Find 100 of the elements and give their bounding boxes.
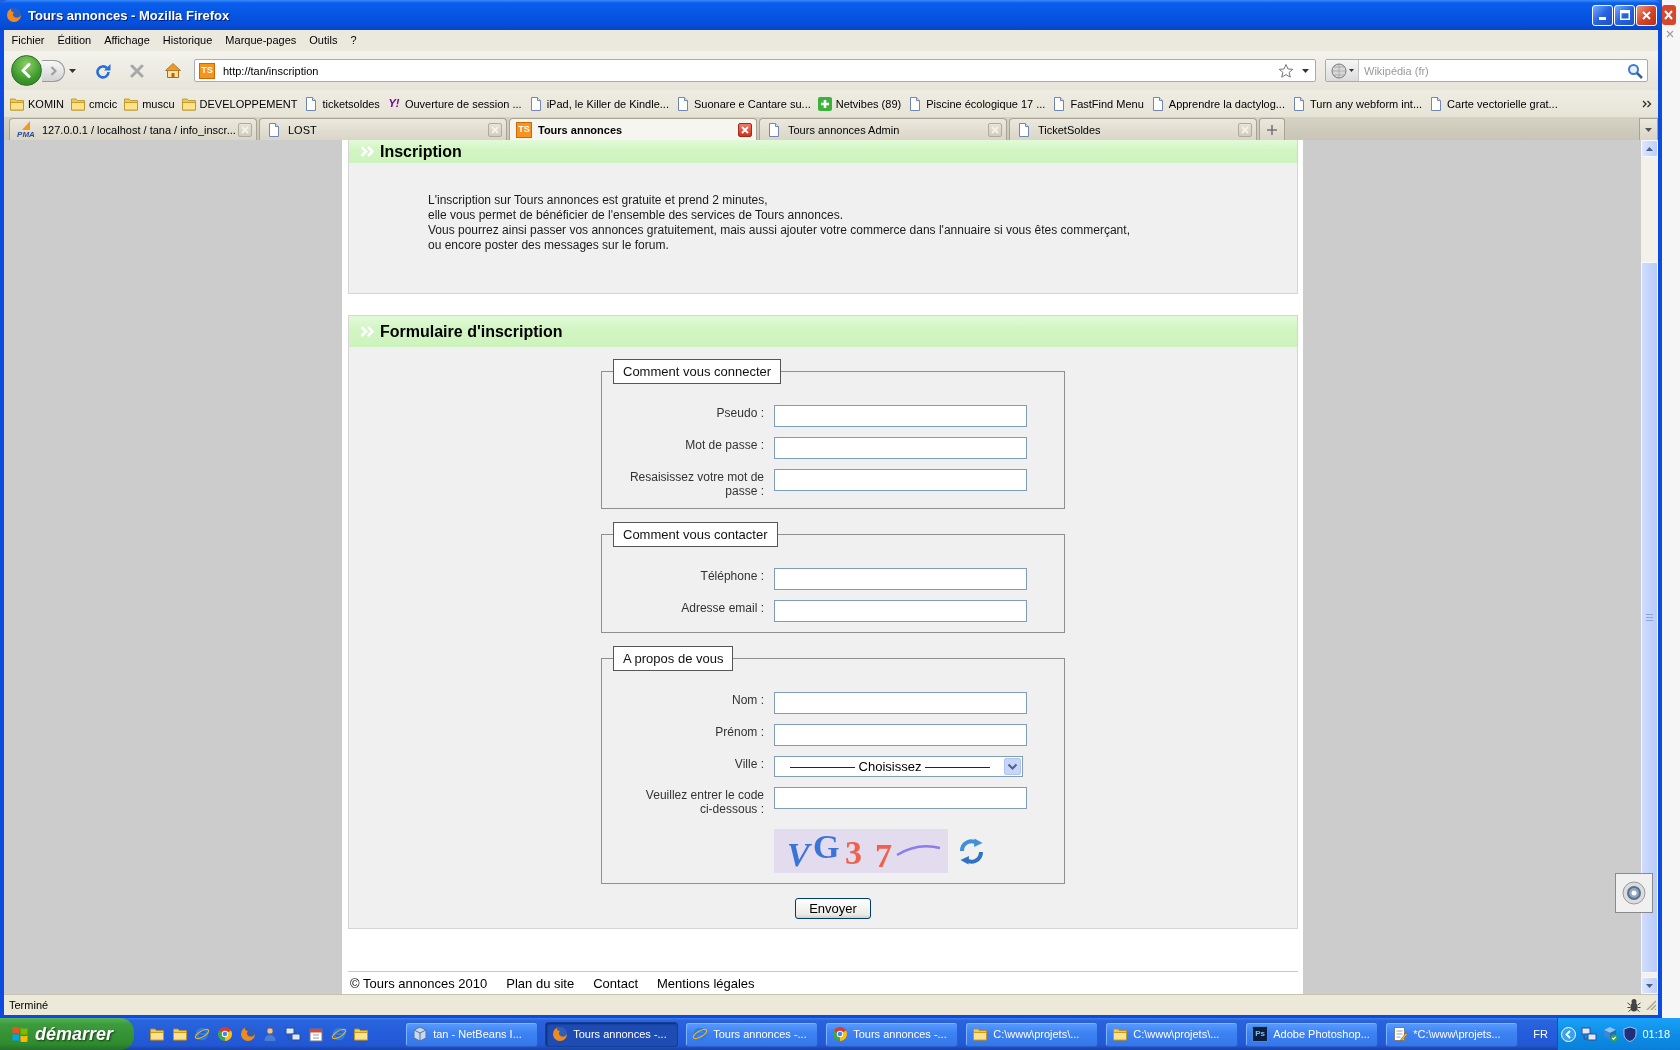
footer-link[interactable]: Plan du site [506, 975, 575, 991]
globe-swirl-icon[interactable] [239, 1026, 256, 1042]
scroll-up-button[interactable] [1641, 140, 1658, 157]
field-label: Ville : [733, 756, 764, 771]
bookmark-link[interactable]: Carte vectorielle grat... [1427, 95, 1563, 112]
bookmark-link[interactable]: DEVELOPPEMENT [179, 95, 303, 112]
folder-icon[interactable] [171, 1026, 188, 1042]
browser-tab[interactable]: LOST [259, 118, 507, 140]
search-icon[interactable] [1627, 62, 1643, 79]
bug-icon[interactable] [1627, 998, 1641, 1012]
bookmark-link[interactable]: Turn any webform int... [1290, 95, 1428, 112]
scrollbar-thumb[interactable] [1641, 262, 1658, 973]
text-input[interactable] [774, 692, 1027, 714]
plus-tile-icon [816, 95, 833, 112]
vertical-scrollbar[interactable] [1641, 140, 1658, 994]
double-chevron-icon[interactable] [1642, 99, 1652, 108]
taskbar-button[interactable]: tan - NetBeans I... [405, 1021, 539, 1047]
browser-tab[interactable]: Tours annonces Admin [759, 118, 1007, 140]
scroll-down-button[interactable] [1641, 977, 1658, 994]
star-icon[interactable] [1278, 62, 1294, 79]
intro-paragraph: L'inscription sur Tours annonces est gratuite et prend 2 minutes, elle vous permet de bénéficier de l'ensemble des services de Tours annonces. Vous pourrez ainsi passer vos annonces gratuitement, mais aussi ajouter votre commerce dans l'annuaire si vous êtes commerçant, ou encore poster des messages sur le forum. [428, 193, 1131, 253]
back-button[interactable] [11, 55, 42, 86]
caret-down-icon[interactable] [69, 68, 76, 73]
maximize-button[interactable] [1614, 4, 1635, 26]
network-icon[interactable] [1581, 1026, 1597, 1042]
bookmark-link[interactable]: ticketsoldes [302, 95, 385, 112]
submit-button[interactable]: Envoyer [795, 898, 871, 919]
window-title: Tours annonces - Mozilla Firefox [28, 7, 230, 23]
copyright-text: © Tours annonces 2010 [350, 975, 488, 991]
network-icon[interactable] [285, 1026, 302, 1042]
folder-icon[interactable] [149, 1026, 165, 1042]
menu-item[interactable]: Édition [51, 30, 98, 51]
text-input[interactable] [774, 787, 1027, 809]
folder-icon[interactable] [353, 1026, 370, 1042]
taskbar-button[interactable]: Ps Adobe Photoshop... [1245, 1021, 1379, 1047]
site-logo: TS [516, 121, 532, 138]
search-engine-button[interactable] [1326, 60, 1359, 81]
text-input[interactable] [774, 600, 1027, 622]
home-icon[interactable] [165, 63, 181, 78]
globe-swirl-icon [6, 7, 22, 23]
box-check-icon[interactable] [1602, 1026, 1618, 1042]
taskbar-button[interactable]: Tours annonces -... [545, 1021, 679, 1047]
bookmark-link[interactable]: Suonare e Cantare su... [673, 95, 816, 112]
footer-link[interactable]: Mentions légales [657, 975, 755, 991]
browser-tab[interactable]: TS Tours annonces [509, 118, 757, 140]
page-icon [1291, 95, 1307, 112]
reload-icon[interactable] [95, 62, 111, 79]
taskbar-button[interactable]: C:\www\projets\... [1105, 1021, 1239, 1047]
text-input[interactable] [774, 437, 1027, 459]
bookmark-link[interactable]: KOMIN [8, 95, 70, 112]
minimize-button[interactable] [1592, 4, 1613, 26]
bookmark-link[interactable]: Netvibes (89) [815, 95, 907, 112]
bookmark-link[interactable]: muscu [122, 95, 180, 112]
menu-item[interactable]: Fichier [5, 30, 51, 51]
text-input[interactable] [774, 469, 1027, 491]
tab-list-button[interactable] [1639, 118, 1658, 140]
globe-swirl-icon [552, 1026, 569, 1042]
ring-orbit-icon[interactable] [330, 1026, 347, 1042]
stop-icon[interactable] [130, 63, 144, 78]
bookmark-link[interactable]: Apprendre la dactylog... [1148, 95, 1290, 112]
browser-tab[interactable]: TicketSoldes [1009, 118, 1257, 140]
taskbar-button[interactable]: Tours annonces -... [825, 1021, 959, 1047]
segmented-circle-icon [832, 1026, 849, 1042]
text-input[interactable] [774, 568, 1027, 590]
address-bar[interactable]: TS http://tan/inscription [194, 59, 1316, 82]
menu-item[interactable]: Outils [302, 30, 344, 51]
shield-icon[interactable] [1623, 1026, 1637, 1042]
menu-item[interactable]: Marque-pages [218, 30, 303, 51]
caret-down-icon [1645, 127, 1652, 132]
segmented-circle-icon[interactable] [217, 1026, 234, 1042]
text-input[interactable] [774, 724, 1027, 746]
close-button[interactable] [1636, 4, 1657, 26]
start-button[interactable]: démarrer [0, 1018, 134, 1050]
new-tab-button[interactable] [1259, 118, 1285, 140]
dropdown-select[interactable]: ————— Choisissez ————— [774, 756, 1023, 777]
bookmark-link[interactable]: FastFind Menu [1050, 95, 1149, 112]
close-icon [1666, 30, 1674, 38]
menu-item[interactable]: ? [343, 30, 364, 51]
language-indicator[interactable]: FR [1533, 1028, 1548, 1040]
menu-item[interactable]: Historique [156, 30, 219, 51]
menu-item[interactable]: Affichage [97, 30, 157, 51]
footer-link[interactable]: Contact [593, 975, 639, 991]
bookmark-link[interactable]: Y! Ouverture de session ... [384, 95, 527, 112]
letter-logo: Y! [387, 96, 401, 111]
bookmark-link[interactable]: Piscine écologique 17 ... [906, 95, 1051, 112]
taskbar-button[interactable]: *C:\www\projets... [1385, 1021, 1519, 1047]
floating-widget[interactable] [1615, 873, 1653, 913]
text-input[interactable] [774, 405, 1027, 427]
browser-tab[interactable]: PMA 127.0.0.1 / localhost / tana / info_inscr... [9, 118, 257, 140]
taskbar-button[interactable]: Tours annonces -... [685, 1021, 819, 1047]
caret-down-icon[interactable] [1302, 68, 1309, 73]
captcha-character: 7 [875, 837, 892, 873]
calendar-icon[interactable] [307, 1026, 324, 1042]
bookmark-link[interactable]: cmcic [69, 95, 123, 112]
expand-tray-icon[interactable] [1561, 1026, 1576, 1042]
bookmark-link[interactable]: iPad, le Killer de Kindle... [526, 95, 674, 112]
field-label: Veuillez entrer le code ci-dessous : [644, 787, 764, 816]
tab-close-button[interactable] [738, 122, 752, 137]
ring-orbit-icon[interactable] [194, 1026, 211, 1042]
taskbar-button[interactable]: C:\www\projets\... [965, 1021, 1099, 1047]
